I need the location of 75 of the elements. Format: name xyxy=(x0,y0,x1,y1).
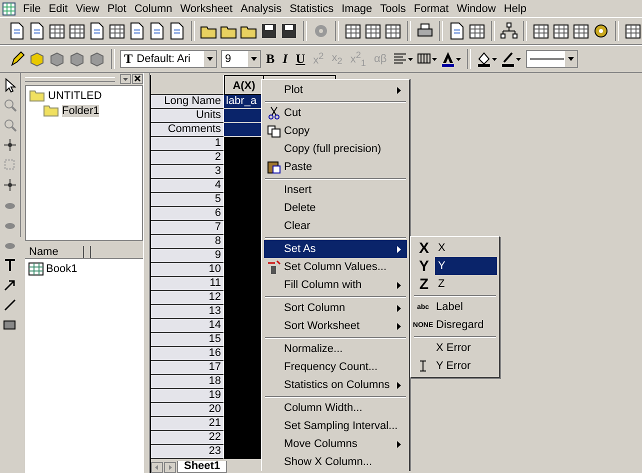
menu-item[interactable]: Y Error xyxy=(413,357,497,375)
format-button[interactable]: U xyxy=(292,51,308,67)
row-number: 12 xyxy=(151,291,224,305)
row-number: 18 xyxy=(151,375,224,389)
menu-item[interactable]: Analysis xyxy=(236,2,286,14)
row-number: 21 xyxy=(151,417,224,431)
workbook-item[interactable]: Book1 xyxy=(28,261,140,277)
row-number: 15 xyxy=(151,333,224,347)
row-number: 13 xyxy=(151,305,224,319)
row-number: 5 xyxy=(151,193,224,207)
row-number: 3 xyxy=(151,165,224,179)
menu-item[interactable]: X X xyxy=(413,239,497,257)
row-number: 4 xyxy=(151,179,224,193)
menu-item[interactable]: Plot xyxy=(103,2,130,14)
row-number: 16 xyxy=(151,347,224,361)
row-number: 17 xyxy=(151,361,224,375)
row-header: Long Name xyxy=(151,95,224,109)
menu-item[interactable]: Set As xyxy=(264,240,407,258)
folder-item[interactable]: Folder1 xyxy=(43,103,139,118)
row-number: 20 xyxy=(151,403,224,417)
row-number: 10 xyxy=(151,263,224,277)
format-button[interactable]: B xyxy=(263,51,278,67)
menu-item[interactable]: Show X Column... xyxy=(264,453,407,471)
row-header: Units xyxy=(151,109,224,123)
row-number: 19 xyxy=(151,389,224,403)
menu-item[interactable]: Set Column Values... xyxy=(264,258,407,276)
menu-item[interactable]: Statistics xyxy=(286,2,338,14)
row-number: 1 xyxy=(151,137,224,151)
menu-item[interactable]: Plot xyxy=(264,81,407,99)
menu-item[interactable]: Copy xyxy=(264,122,407,140)
row-number: 7 xyxy=(151,221,224,235)
column-header[interactable]: Name xyxy=(25,246,81,258)
column-header[interactable]: A(X) xyxy=(224,75,264,95)
menu-item[interactable]: Paste xyxy=(264,158,407,176)
menu-item[interactable]: Column xyxy=(130,2,176,14)
row-number: 14 xyxy=(151,319,224,333)
menu-item[interactable]: Format xyxy=(410,2,453,14)
menu-item[interactable]: Worksheet xyxy=(176,2,237,14)
menu-item[interactable]: Cut xyxy=(264,104,407,122)
folder-item[interactable]: UNTITLED xyxy=(29,88,139,103)
row-number: 2 xyxy=(151,151,224,165)
font-dropdown[interactable]: T Default: Ari xyxy=(120,50,217,68)
table-cell: labr_a xyxy=(224,95,264,109)
row-number: 6 xyxy=(151,207,224,221)
menu-item[interactable]: Move Columns xyxy=(264,435,407,453)
menu-item[interactable]: Edit xyxy=(44,2,72,14)
font-size-dropdown[interactable]: 9 xyxy=(221,50,261,68)
menu-item[interactable]: Frequency Count... xyxy=(264,358,407,376)
menu-item[interactable]: Delete xyxy=(264,199,407,217)
menu-item[interactable]: Z Z xyxy=(413,275,497,293)
menu-item[interactable]: Tools xyxy=(376,2,410,14)
menu-item[interactable]: Sort Worksheet xyxy=(264,317,407,335)
menu-item[interactable]: File xyxy=(19,2,45,14)
menu-item[interactable]: Column Width... xyxy=(264,399,407,417)
menu-item[interactable]: Clear xyxy=(264,217,407,235)
menu-item[interactable]: Statistics on Columns xyxy=(264,376,407,394)
row-number: 8 xyxy=(151,235,224,249)
format-button[interactable]: I xyxy=(280,51,291,67)
menu-item[interactable]: View xyxy=(72,2,104,14)
menu-item[interactable]: Window xyxy=(452,2,500,14)
row-number: 9 xyxy=(151,249,224,263)
row-header: Comments xyxy=(151,123,224,137)
menu-item[interactable]: Sort Column xyxy=(264,299,407,317)
menu-item[interactable]: Set Sampling Interval... xyxy=(264,417,407,435)
menu-item[interactable]: Insert xyxy=(264,181,407,199)
row-number: 23 xyxy=(151,445,224,459)
menu-item[interactable]: Fill Column with xyxy=(264,276,407,294)
menu-item[interactable]: X Error xyxy=(413,339,497,357)
sheet-tab[interactable]: Sheet1 xyxy=(177,461,228,473)
menu-item[interactable]: Image xyxy=(338,2,376,14)
menu-item[interactable]: Normalize... xyxy=(264,340,407,358)
menu-item[interactable]: Help xyxy=(500,2,530,14)
menu-item[interactable]: Copy (full precision) xyxy=(264,140,407,158)
row-number: 22 xyxy=(151,431,224,445)
row-number: 11 xyxy=(151,277,224,291)
